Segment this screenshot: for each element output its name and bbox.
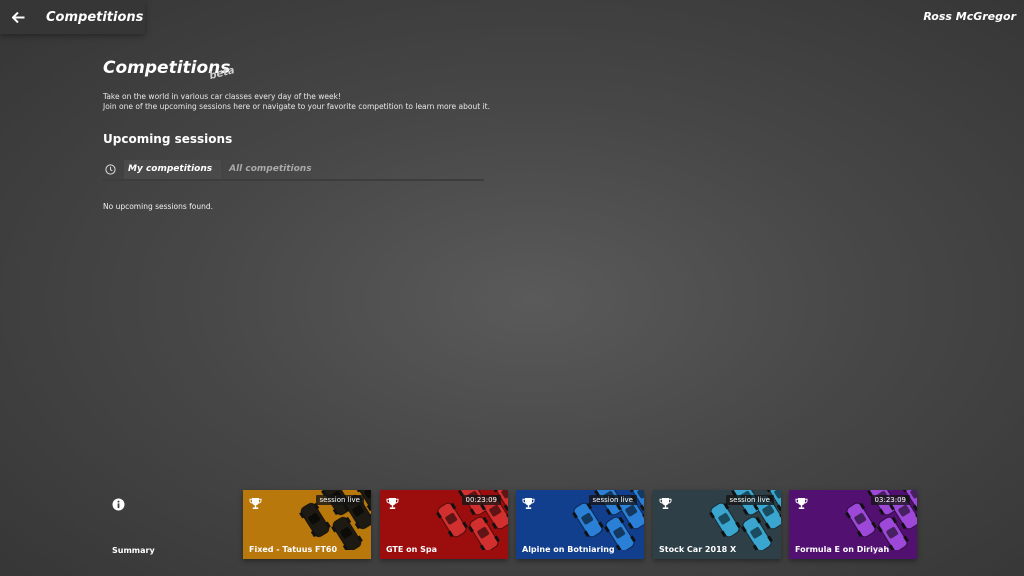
- back-button[interactable]: [0, 0, 36, 34]
- trophy-icon: [522, 495, 535, 509]
- session-tabs: My competitions All competitions: [102, 160, 484, 181]
- intro-line-1: Take on the world in various car classes…: [103, 92, 342, 101]
- empty-sessions-message: No upcoming sessions found.: [103, 202, 214, 211]
- session-status-badge: session live: [725, 495, 774, 505]
- back-arrow-icon: [11, 11, 24, 23]
- tab-all-competitions[interactable]: All competitions: [221, 160, 320, 179]
- trophy-icon: [386, 495, 399, 509]
- competition-card[interactable]: session live Alpine on Botniaring: [516, 490, 644, 559]
- clock-icon: [102, 162, 118, 178]
- intro-line-2: Join one of the upcoming sessions here o…: [103, 102, 490, 111]
- competition-card[interactable]: session live Stock Car 2018 X: [653, 490, 781, 559]
- competition-card[interactable]: 03:23:09 Formula E on Diriyah: [789, 490, 917, 559]
- competition-name: Formula E on Diriyah: [795, 545, 890, 554]
- trophy-icon: [795, 495, 808, 509]
- intro-text: Take on the world in various car classes…: [103, 92, 490, 112]
- competition-name: GTE on Spa: [386, 545, 437, 554]
- app-title: Competitions: [46, 9, 144, 25]
- competition-name: Fixed - Tatuus FT60: [249, 545, 338, 554]
- user-name[interactable]: Ross McGregor: [923, 10, 1016, 23]
- competition-card[interactable]: session live Fixed - Tatuus FT60: [243, 490, 371, 559]
- session-status-badge: 03:23:09: [870, 495, 910, 505]
- tab-my-competitions[interactable]: My competitions: [124, 160, 222, 179]
- trophy-icon: [249, 495, 262, 509]
- upcoming-sessions-title: Upcoming sessions: [103, 132, 233, 146]
- trophy-icon: [659, 495, 672, 509]
- top-bar: Competitions: [0, 0, 145, 34]
- session-status-badge: session live: [315, 495, 364, 505]
- session-status-badge: 00:23:09: [461, 495, 501, 505]
- competition-name: Alpine on Botniaring: [522, 545, 615, 554]
- info-icon[interactable]: [112, 496, 125, 511]
- competition-card[interactable]: 00:23:09 GTE on Spa: [380, 490, 508, 559]
- session-status-badge: session live: [588, 495, 637, 505]
- summary-link[interactable]: Summary: [112, 546, 155, 555]
- competition-name: Stock Car 2018 X: [659, 545, 737, 554]
